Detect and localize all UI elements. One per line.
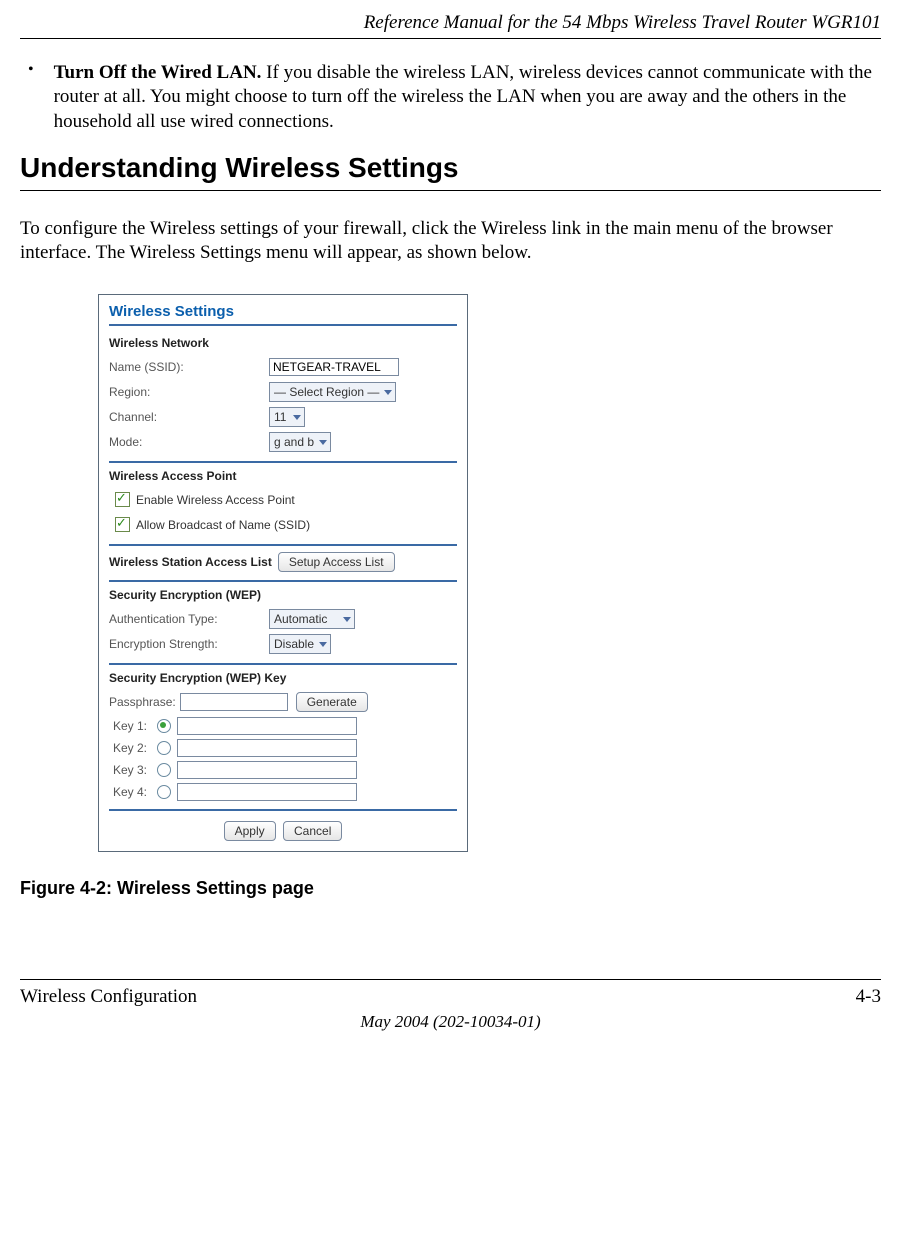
key1-label: Key 1: (113, 719, 157, 733)
bottom-buttons: Apply Cancel (109, 821, 457, 841)
broadcast-checkbox[interactable] (115, 517, 130, 532)
ssid-row: Name (SSID): (109, 356, 457, 378)
key3-radio[interactable] (157, 763, 171, 777)
broadcast-label: Allow Broadcast of Name (SSID) (136, 518, 310, 532)
channel-label: Channel: (109, 410, 269, 424)
key1-input[interactable] (177, 717, 357, 735)
figure-caption: Figure 4-2: Wireless Settings page (20, 878, 881, 899)
broadcast-row: Allow Broadcast of Name (SSID) (109, 514, 457, 536)
enable-ap-row: Enable Wireless Access Point (109, 489, 457, 511)
sub-rule (109, 580, 457, 582)
key4-radio[interactable] (157, 785, 171, 799)
region-label: Region: (109, 385, 269, 399)
auth-select[interactable]: Automatic (269, 609, 355, 629)
bullet-marker: • (28, 61, 34, 134)
section-heading: Understanding Wireless Settings (20, 152, 881, 184)
passphrase-row: Passphrase: Generate (109, 691, 457, 713)
bullet-text: Turn Off the Wired LAN. If you disable t… (54, 61, 881, 134)
wep-heading: Security Encryption (WEP) (109, 588, 457, 602)
auth-label: Authentication Type: (109, 612, 269, 626)
ui-title: Wireless Settings (109, 303, 457, 320)
wireless-network-heading: Wireless Network (109, 336, 457, 350)
mode-row: Mode: g and b (109, 431, 457, 453)
enc-select[interactable]: Disable (269, 634, 331, 654)
enable-ap-label: Enable Wireless Access Point (136, 493, 295, 507)
key3-row: Key 3: (113, 761, 457, 779)
passphrase-label: Passphrase: (109, 695, 176, 709)
station-access-row: Wireless Station Access List Setup Acces… (109, 552, 457, 572)
key4-input[interactable] (177, 783, 357, 801)
footer-section: Wireless Configuration (20, 986, 197, 1008)
access-point-heading: Wireless Access Point (109, 469, 457, 483)
key2-row: Key 2: (113, 739, 457, 757)
station-access-heading: Wireless Station Access List (109, 555, 272, 569)
router-ui-panel: Wireless Settings Wireless Network Name … (98, 294, 468, 852)
blue-rule (109, 324, 457, 326)
apply-button[interactable]: Apply (224, 821, 276, 841)
mode-select[interactable]: g and b (269, 432, 331, 452)
setup-access-list-button[interactable]: Setup Access List (278, 552, 395, 572)
bullet-title: Turn Off the Wired LAN. (54, 62, 262, 83)
page-header: Reference Manual for the 54 Mbps Wireles… (20, 0, 881, 39)
section-rule (20, 190, 881, 191)
auth-row: Authentication Type: Automatic (109, 608, 457, 630)
enc-row: Encryption Strength: Disable (109, 633, 457, 655)
key-rows: Key 1: Key 2: Key 3: Key 4: (113, 717, 457, 801)
generate-button[interactable]: Generate (296, 692, 368, 712)
sub-rule (109, 809, 457, 811)
passphrase-input[interactable] (180, 693, 288, 711)
key1-row: Key 1: (113, 717, 457, 735)
sub-rule (109, 461, 457, 463)
sub-rule (109, 663, 457, 665)
footer-page: 4-3 (856, 986, 881, 1008)
manual-title: Reference Manual for the 54 Mbps Wireles… (364, 12, 881, 33)
page-footer: Wireless Configuration 4-3 (20, 979, 881, 1008)
cancel-button[interactable]: Cancel (283, 821, 342, 841)
ssid-label: Name (SSID): (109, 360, 269, 374)
key4-row: Key 4: (113, 783, 457, 801)
channel-row: Channel: 11 (109, 406, 457, 428)
key3-input[interactable] (177, 761, 357, 779)
figure-wrap: Wireless Settings Wireless Network Name … (98, 294, 881, 852)
mode-label: Mode: (109, 435, 269, 449)
sub-rule (109, 544, 457, 546)
bullet-item: • Turn Off the Wired LAN. If you disable… (28, 61, 881, 134)
footer-dateline: May 2004 (202-10034-01) (20, 1012, 881, 1032)
region-select[interactable]: — Select Region — (269, 382, 396, 402)
ssid-input[interactable] (269, 358, 399, 376)
key2-input[interactable] (177, 739, 357, 757)
key1-radio[interactable] (157, 719, 171, 733)
key4-label: Key 4: (113, 785, 157, 799)
key3-label: Key 3: (113, 763, 157, 777)
region-row: Region: — Select Region — (109, 381, 457, 403)
intro-paragraph: To configure the Wireless settings of yo… (20, 217, 881, 266)
enable-ap-checkbox[interactable] (115, 492, 130, 507)
channel-select[interactable]: 11 (269, 407, 305, 427)
enc-label: Encryption Strength: (109, 637, 269, 651)
key2-label: Key 2: (113, 741, 157, 755)
key2-radio[interactable] (157, 741, 171, 755)
wep-key-heading: Security Encryption (WEP) Key (109, 671, 457, 685)
